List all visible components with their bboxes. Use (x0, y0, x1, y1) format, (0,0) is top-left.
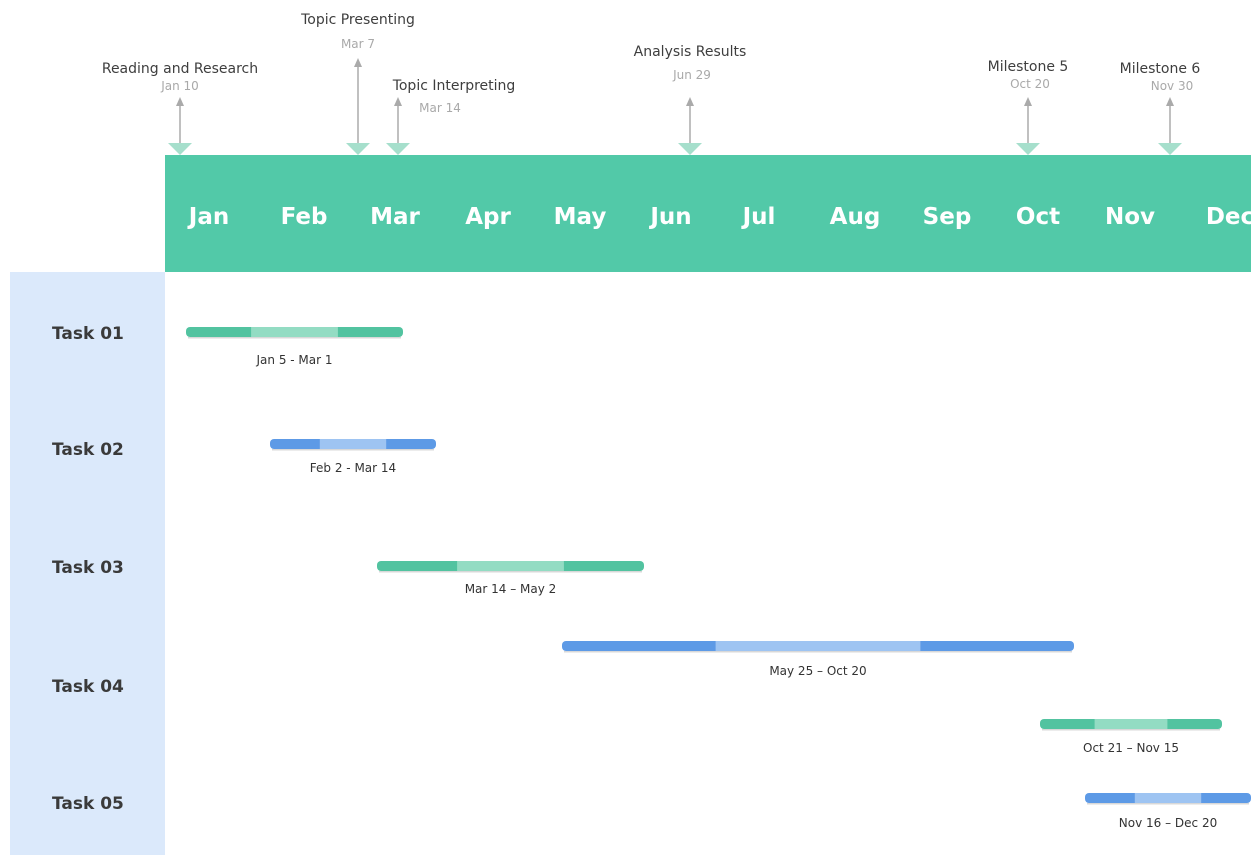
task-bar-highlight (319, 439, 387, 449)
month-label-feb: Feb (281, 204, 328, 230)
task-bar[interactable]: Jan 5 - Mar 1 (186, 327, 403, 367)
task-bar[interactable]: Mar 14 – May 2 (377, 561, 644, 596)
month-label-may: May (554, 204, 607, 230)
month-label-jun: Jun (648, 204, 691, 230)
month-header (165, 155, 1251, 272)
task-bar-highlight (457, 561, 564, 571)
task-bar-label: May 25 – Oct 20 (769, 664, 866, 678)
milestone-date: Jun 29 (672, 68, 711, 82)
milestone-date: Jan 10 (160, 79, 199, 93)
task-bar[interactable]: Feb 2 - Mar 14 (270, 439, 436, 475)
month-label-sep: Sep (923, 204, 972, 230)
milestone-marker-icon (346, 143, 370, 155)
task-bar-highlight (715, 641, 921, 651)
task-bar[interactable]: Nov 16 – Dec 20 (1085, 793, 1251, 830)
month-label-apr: Apr (465, 204, 511, 230)
milestone-date: Mar 7 (341, 37, 375, 51)
milestone-marker-icon (1158, 143, 1182, 155)
task-name: Task 01 (52, 324, 124, 344)
milestone-title: Milestone 5 (988, 59, 1069, 75)
task-name: Task 04 (52, 677, 124, 697)
milestone-title: Reading and Research (102, 61, 258, 77)
task-name: Task 02 (52, 440, 124, 460)
arrow-up-icon (686, 97, 694, 106)
arrow-up-icon (1024, 97, 1032, 106)
gantt-chart: Jan Feb Mar Apr May Jun Jul Aug Sep Oct Nov Dec Rea… (10, 12, 1251, 855)
task-name: Task 03 (52, 558, 124, 578)
month-label-jan: Jan (187, 204, 229, 230)
task-bar-shadow (564, 651, 1072, 653)
task-bar-label: Oct 21 – Nov 15 (1083, 741, 1179, 755)
task-bar-highlight (1094, 719, 1168, 729)
milestone-date: Nov 30 (1151, 79, 1194, 93)
milestone-title: Milestone 6 (1120, 61, 1201, 77)
arrow-up-icon (176, 97, 184, 106)
task-bar-highlight (1134, 793, 1202, 803)
task-bar-shadow (272, 449, 434, 451)
task-bar[interactable]: May 25 – Oct 20 (562, 641, 1074, 678)
task-bar-shadow (1042, 729, 1220, 731)
milestone-marker-icon (1016, 143, 1040, 155)
task-bars: Jan 5 - Mar 1 Feb 2 - Mar 14 Mar 14 – May … (186, 327, 1251, 830)
milestone-marker-icon (678, 143, 702, 155)
month-label-jul: Jul (741, 204, 776, 230)
month-label-mar: Mar (370, 204, 420, 230)
milestone-marker-icon (168, 143, 192, 155)
task-bar-shadow (188, 337, 401, 339)
month-label-nov: Nov (1105, 204, 1155, 230)
month-label-dec: Dec (1206, 204, 1251, 230)
milestone-date: Mar 14 (419, 101, 461, 115)
task-bar-shadow (1087, 803, 1249, 805)
task-name: Task 05 (52, 794, 124, 814)
milestone-marker-icon (386, 143, 410, 155)
arrow-up-icon (394, 97, 402, 106)
milestones: Reading and Research Jan 10 Topic Presenti… (102, 12, 1201, 155)
milestone-date: Oct 20 (1010, 77, 1050, 91)
month-label-oct: Oct (1016, 204, 1060, 230)
arrow-up-icon (354, 58, 362, 67)
task-bar-shadow (379, 571, 642, 573)
task-bar-highlight (251, 327, 338, 337)
task-bar-label: Jan 5 - Mar 1 (256, 353, 333, 367)
month-label-aug: Aug (830, 204, 881, 230)
milestone-title: Topic Interpreting (392, 78, 516, 94)
arrow-up-icon (1166, 97, 1174, 106)
milestone-title: Analysis Results (634, 44, 747, 60)
task-bar-label: Mar 14 – May 2 (465, 582, 557, 596)
milestone-title: Topic Presenting (300, 12, 415, 28)
task-bar-label: Feb 2 - Mar 14 (310, 461, 396, 475)
task-bar[interactable]: Oct 21 – Nov 15 (1040, 719, 1222, 755)
task-bar-label: Nov 16 – Dec 20 (1119, 816, 1217, 830)
